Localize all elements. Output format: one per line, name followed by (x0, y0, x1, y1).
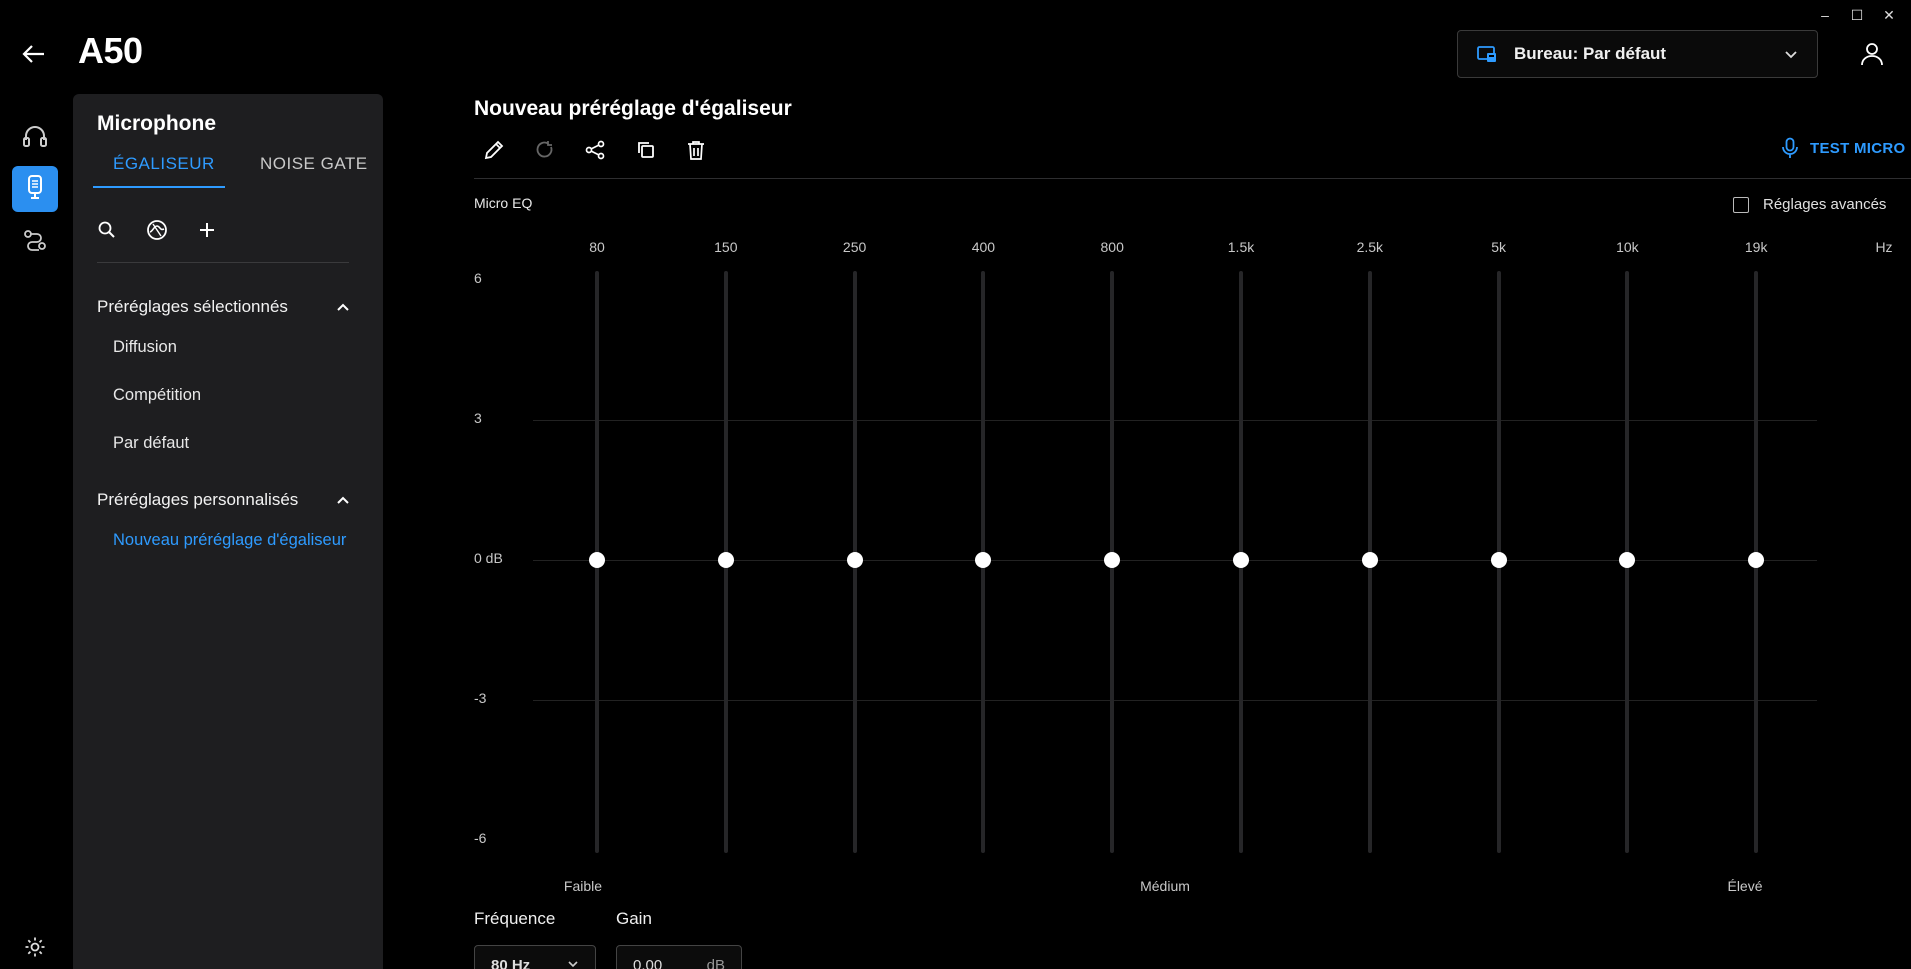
frequency-tick-label: 800 (1100, 239, 1124, 255)
gain-input[interactable]: 0.00 dB (616, 945, 742, 969)
panel-title: Microphone (97, 112, 216, 135)
chevron-up-icon (335, 299, 351, 315)
active-tab-indicator (93, 186, 225, 188)
tab-equalizer[interactable]: ÉGALISEUR (113, 154, 215, 174)
frequency-tick-label: 2.5k (1356, 239, 1384, 255)
device-title: A50 (78, 30, 143, 71)
profile-icon (1476, 43, 1498, 65)
frequency-tick-label: 250 (842, 239, 867, 255)
group-label: Préréglages personnalisés (97, 490, 299, 509)
frequency-tick-label: 150 (714, 239, 738, 255)
eq-band-knob[interactable] (1748, 552, 1765, 568)
search-icon[interactable] (95, 218, 119, 242)
microphone-settings-icon (21, 173, 49, 206)
reset-icon[interactable] (532, 137, 558, 163)
headset-nav-button[interactable] (12, 115, 58, 161)
preset-title: Nouveau préréglage d'égaliseur (474, 97, 792, 120)
test-micro-button[interactable]: TEST MICRO (1780, 137, 1906, 159)
duplicate-icon[interactable] (633, 137, 659, 163)
frequency-tick-label: 1.5k (1227, 239, 1255, 255)
preset-item[interactable]: Diffusion (113, 338, 177, 357)
chevron-down-icon (567, 957, 579, 969)
microphone-nav-button[interactable] (12, 166, 58, 212)
minimize-icon[interactable]: – (1809, 4, 1841, 26)
headphones-icon (21, 122, 49, 155)
range-label: Faible (563, 878, 603, 894)
db-tick-label: -6 (474, 830, 487, 846)
close-icon[interactable]: ✕ (1873, 4, 1905, 26)
frequency-select[interactable]: 80 Hz (474, 945, 596, 969)
routing-nav-button[interactable] (12, 219, 58, 265)
tab-noise-gate[interactable]: NOISE GATE (260, 154, 368, 174)
maximize-icon[interactable]: ☐ (1841, 4, 1873, 26)
advanced-settings-label: Réglages avancés (1763, 196, 1887, 213)
add-preset-icon[interactable] (195, 218, 219, 242)
eq-band-knob[interactable] (975, 552, 992, 568)
gain-unit: dB (706, 956, 725, 969)
advanced-settings-checkbox[interactable]: Réglages avancés (1733, 196, 1886, 213)
microphone-icon (1782, 137, 1798, 158)
panel-divider (97, 262, 349, 263)
frequency-tick-label: 10k (1616, 239, 1639, 255)
delete-trash-icon[interactable] (683, 137, 709, 163)
edit-pencil-icon[interactable] (481, 137, 507, 163)
test-micro-label: TEST MICRO (1810, 139, 1906, 157)
eq-band-knob[interactable] (1619, 552, 1636, 568)
db-tick-label: 6 (474, 270, 482, 286)
eq-band-knob[interactable] (1233, 552, 1249, 568)
gain-label: Gain (616, 909, 652, 928)
range-label: Médium (1140, 878, 1190, 894)
browse-presets-icon[interactable] (145, 218, 169, 242)
frequency-label: Fréquence (474, 909, 556, 928)
profile-dropdown[interactable]: Bureau: Par défaut (1457, 30, 1818, 78)
frequency-tick-label: 5k (1491, 239, 1506, 255)
eq-band-knob[interactable] (589, 552, 605, 568)
window-controls: – ☐ ✕ (1809, 4, 1905, 26)
preset-item[interactable]: Compétition (113, 386, 201, 405)
checkbox-box (1733, 196, 1749, 213)
db-tick-label: 0 dB (474, 550, 503, 566)
eq-band-knob[interactable] (1490, 552, 1507, 568)
group-selected-presets[interactable]: Préréglages sélectionnés (97, 297, 359, 317)
preset-item[interactable]: Par défaut (113, 434, 189, 453)
group-custom-presets[interactable]: Préréglages personnalisés (97, 490, 359, 510)
toolbar-divider (474, 178, 1911, 179)
chevron-up-icon (335, 492, 351, 508)
eq-section-label: Micro EQ (474, 195, 533, 211)
eq-band-knob[interactable] (717, 552, 734, 568)
side-panel: Microphone ÉGALISEUR NOISE GATE Prérégla… (73, 94, 383, 969)
frequency-value: 80 Hz (491, 956, 531, 969)
db-tick-label: -3 (474, 690, 487, 706)
gain-value: 0.00 (633, 956, 663, 969)
range-label: Élevé (1727, 878, 1763, 894)
preset-item-active[interactable]: Nouveau préréglage d'égaliseur (113, 531, 346, 550)
routing-icon (21, 226, 49, 259)
eq-band-knob[interactable] (1104, 552, 1121, 568)
group-label: Préréglages sélectionnés (97, 297, 288, 316)
user-icon[interactable] (1858, 40, 1886, 68)
frequency-unit-label: Hz (1875, 239, 1893, 255)
eq-band-knob[interactable] (846, 552, 863, 568)
profile-label: Bureau: Par défaut (1514, 44, 1667, 63)
frequency-tick-label: 19k (1744, 239, 1768, 255)
db-tick-label: 3 (474, 410, 482, 426)
share-icon[interactable] (582, 137, 608, 163)
eq-band-knob[interactable] (1361, 552, 1378, 568)
back-arrow-icon[interactable] (18, 38, 50, 70)
settings-gear-icon[interactable] (20, 932, 50, 962)
frequency-tick-label: 80 (589, 239, 605, 255)
chevron-down-icon (1783, 46, 1799, 62)
frequency-tick-label: 400 (971, 239, 996, 255)
